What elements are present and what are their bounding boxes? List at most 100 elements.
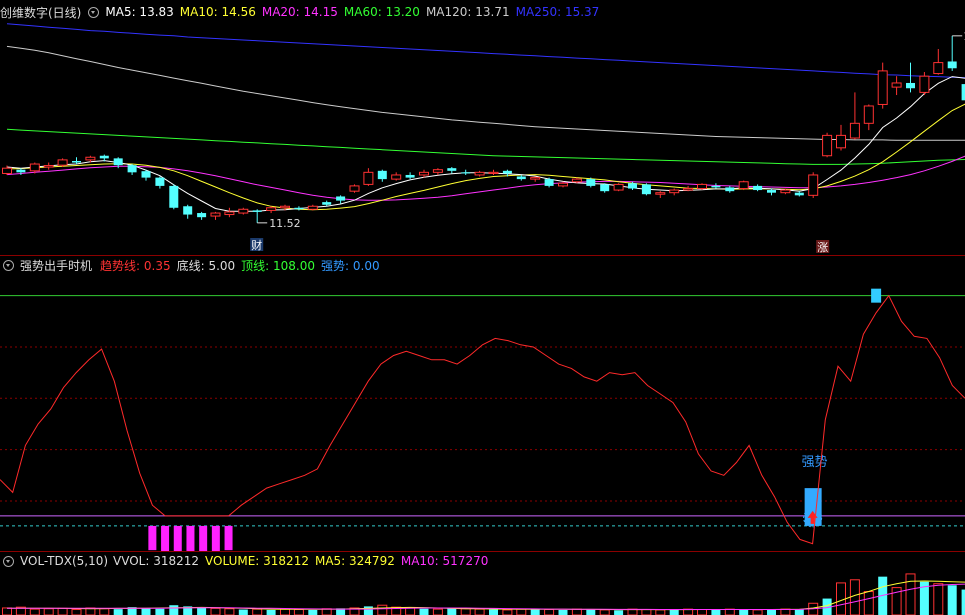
candle [280,205,290,209]
candle [836,134,846,149]
candle [447,168,457,171]
volume-panel: VOL-TDX(5,10) VVOL: 318212 VOLUME: 31821… [0,552,965,615]
volume-bar [516,608,527,615]
candle [780,189,791,194]
volume-bar [947,585,957,615]
volume-bar [697,609,707,615]
candle [197,213,207,218]
candle [2,167,12,174]
volume-bar [419,608,429,615]
volume-bar [43,608,54,615]
volume-ma10-line [7,583,965,610]
candle [252,210,262,212]
volume-bar [724,608,735,615]
indicator-panel: 强势出手时机 趋势线: 0.35 底线: 5.00 顶线: 108.00 强势:… [0,256,965,552]
price-chart[interactable]: 16.4811.52财涨 [0,0,965,256]
volume-bar [711,609,721,615]
volume-bar [405,607,416,615]
bottom-bar [173,525,182,552]
candle [725,187,735,192]
volume-bar [238,609,248,615]
volume-bar [767,609,776,615]
volume-bar [474,608,485,615]
volume-bar [432,608,443,615]
candle [530,177,541,180]
candle [349,185,360,192]
candle [947,61,957,69]
bottom-bar [224,525,233,551]
volume-ma5-line [7,580,965,611]
candle [419,171,429,176]
candle [767,190,776,193]
volume-bar [141,608,151,615]
candle [307,205,318,210]
bottom-bar [211,525,220,552]
candle [99,155,109,159]
volume-bar [614,610,624,615]
candle [377,170,387,180]
candle [711,185,721,188]
volume-bar [655,609,666,615]
volume-bar [489,609,498,615]
top-marker [871,288,882,303]
volume-bar [780,608,791,615]
candle [613,183,624,191]
candle [544,179,554,186]
volume-bar [558,609,568,615]
volume-bar [29,608,40,615]
volume-bar [280,608,290,615]
candle [405,174,415,178]
volume-bar [197,607,207,615]
event-mark-finance: 财 [251,238,262,252]
candle [266,207,277,211]
volume-bar [794,609,804,615]
volume-bar [99,608,110,615]
volume-bar [363,606,373,615]
bottom-bar [186,525,195,552]
volume-bar [641,609,652,615]
candle [863,105,874,124]
candle [697,183,707,190]
candle [461,172,471,174]
volume-bar [752,609,763,615]
candle [169,185,179,208]
low-price-label: 11.52 [269,217,301,230]
candle [738,181,749,190]
volume-bar [252,608,263,615]
ma-line-ma120 [6,45,965,141]
volume-bar [586,609,596,615]
ma-line-ma10 [6,103,965,211]
candle [516,176,526,180]
candle [391,174,402,180]
candle [43,165,54,168]
volume-bar [377,604,388,615]
candle [655,192,666,195]
candle [586,179,596,186]
candle [432,169,443,173]
candle [224,211,235,216]
candle [113,158,123,166]
ma-line-ma250 [6,23,965,79]
candle [600,184,610,192]
indicator-chart[interactable]: 强势 [0,256,965,552]
volume-bar [155,608,165,615]
candle [141,171,151,178]
candle [29,163,40,172]
candle [933,62,944,75]
bottom-bar [148,525,157,551]
candle [210,212,221,217]
volume-bar [544,609,555,615]
volume-bar [210,607,221,615]
volume-bar [961,589,965,615]
volume-bar [266,609,276,615]
volume-bar [447,608,457,615]
candle [322,202,332,205]
volume-chart[interactable] [0,552,965,615]
candle [72,161,81,163]
candle [808,174,819,196]
candle [474,171,485,176]
ma-line-ma60 [6,128,965,165]
candle [849,122,860,139]
price-panel: 创维数字(日线) MA5: 13.83 MA10: 14.56 MA20: 14… [0,0,965,256]
candle [85,156,96,161]
